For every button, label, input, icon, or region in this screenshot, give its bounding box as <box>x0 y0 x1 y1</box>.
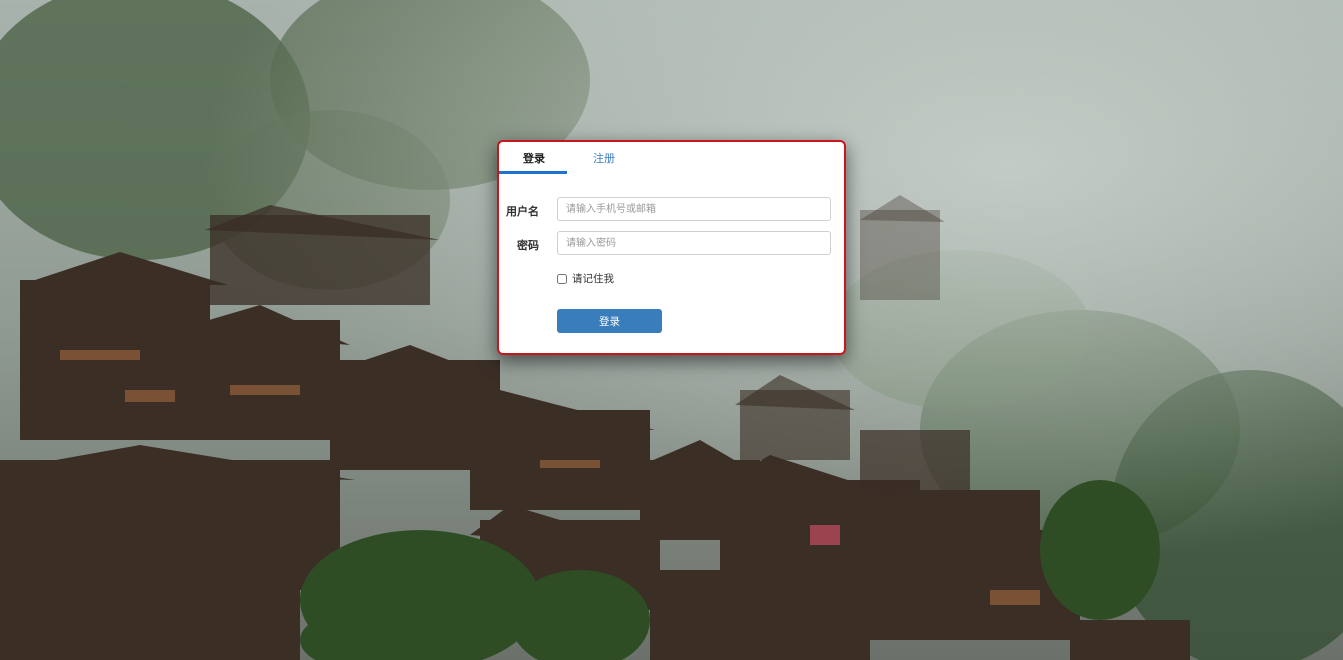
active-tab-indicator <box>499 171 567 174</box>
tab-bar: 登录 注册 <box>499 142 844 175</box>
remember-me-checkbox[interactable] <box>557 273 567 284</box>
username-label: 用户名 <box>506 205 539 218</box>
remember-me[interactable]: 请记住我 <box>557 271 614 286</box>
login-button[interactable]: 登录 <box>557 309 662 333</box>
username-input[interactable] <box>557 197 831 221</box>
password-input[interactable] <box>557 231 831 255</box>
login-panel: 登录 注册 用户名 密码 请记住我 登录 <box>497 140 846 355</box>
password-label: 密码 <box>517 239 539 252</box>
remember-me-label: 请记住我 <box>572 273 614 285</box>
tab-register[interactable]: 注册 <box>593 150 615 166</box>
tab-login[interactable]: 登录 <box>523 150 545 166</box>
